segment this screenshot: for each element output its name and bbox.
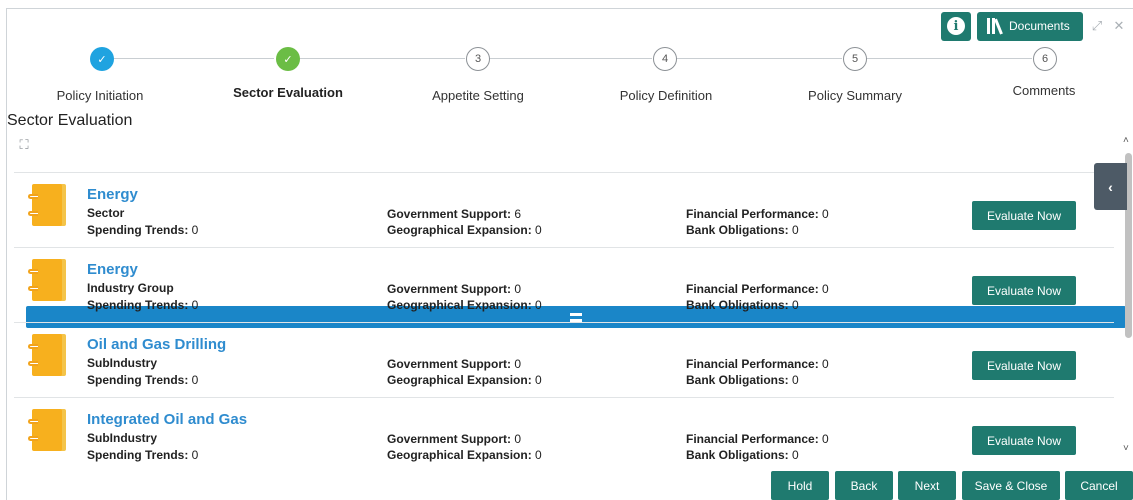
spending-trends: Spending Trends: 0 bbox=[87, 373, 199, 387]
step-label-appetite-setting[interactable]: Appetite Setting bbox=[432, 88, 524, 103]
notebook-icon bbox=[26, 259, 66, 303]
item-type: SubIndustry bbox=[87, 431, 158, 445]
list-item: Energy Sector Spending Trends: 0 Governm… bbox=[14, 172, 1114, 247]
hold-button[interactable]: Hold bbox=[771, 471, 829, 500]
evaluate-now-button[interactable]: Evaluate Now bbox=[972, 426, 1076, 455]
government-support: Government Support: 6 bbox=[387, 207, 522, 221]
bank-obligations: Bank Obligations: 0 bbox=[686, 298, 799, 312]
step-1-circle[interactable]: ✓ bbox=[90, 47, 114, 71]
bank-obligations: Bank Obligations: 0 bbox=[686, 448, 799, 462]
geographical-expansion: Geographical Expansion: 0 bbox=[387, 298, 542, 312]
step-connector bbox=[676, 58, 842, 59]
view-toggle: ⛶ bbox=[12, 134, 1126, 328]
expand-icon[interactable]: ⤢ bbox=[1089, 18, 1105, 34]
step-connector bbox=[102, 58, 274, 59]
documents-label: Documents bbox=[1009, 19, 1070, 33]
back-button[interactable]: Back bbox=[835, 471, 893, 500]
save-close-button[interactable]: Save & Close bbox=[962, 471, 1060, 500]
list-item: Oil and Gas Drilling SubIndustry Spendin… bbox=[14, 322, 1114, 397]
close-icon[interactable]: ✕ bbox=[1111, 18, 1127, 34]
step-3-circle[interactable]: 3 bbox=[466, 47, 490, 71]
step-number: 3 bbox=[474, 53, 482, 65]
scroll-up-icon[interactable]: ˄ bbox=[1123, 135, 1129, 146]
step-label-sector-evaluation[interactable]: Sector Evaluation bbox=[233, 85, 343, 100]
evaluate-now-button[interactable]: Evaluate Now bbox=[972, 351, 1076, 380]
chevron-left-icon: ‹ bbox=[1108, 178, 1113, 195]
progress-stepper: ✓ ✓ 3 4 5 6 Policy Initiation Sector Eva… bbox=[6, 45, 1133, 105]
step-5-circle[interactable]: 5 bbox=[843, 47, 867, 71]
item-title[interactable]: Energy bbox=[87, 261, 138, 278]
next-button[interactable]: Next bbox=[898, 471, 956, 500]
section-title: Sector Evaluation bbox=[7, 112, 133, 129]
step-number: 5 bbox=[851, 53, 859, 65]
financial-performance: Financial Performance: 0 bbox=[686, 357, 829, 371]
geographical-expansion: Geographical Expansion: 0 bbox=[387, 373, 542, 387]
item-title[interactable]: Integrated Oil and Gas bbox=[87, 411, 247, 428]
financial-performance: Financial Performance: 0 bbox=[686, 207, 829, 221]
item-title[interactable]: Energy bbox=[87, 186, 138, 203]
info-icon: i bbox=[947, 17, 965, 35]
financial-performance: Financial Performance: 0 bbox=[686, 282, 829, 296]
step-number: 4 bbox=[661, 53, 669, 65]
top-toolbar: i Documents ⤢ ✕ bbox=[941, 10, 1133, 42]
info-button[interactable]: i bbox=[941, 11, 971, 41]
spending-trends: Spending Trends: 0 bbox=[87, 448, 199, 462]
geographical-expansion: Geographical Expansion: 0 bbox=[387, 223, 542, 237]
step-label-policy-summary[interactable]: Policy Summary bbox=[808, 88, 902, 103]
step-6-circle[interactable]: 6 bbox=[1033, 47, 1057, 71]
item-type: Sector bbox=[87, 206, 125, 220]
geographical-expansion: Geographical Expansion: 0 bbox=[387, 448, 542, 462]
bank-obligations: Bank Obligations: 0 bbox=[686, 373, 799, 387]
notebook-icon bbox=[26, 184, 66, 228]
side-panel-toggle[interactable]: ‹ bbox=[1094, 163, 1127, 210]
step-label-policy-definition[interactable]: Policy Definition bbox=[620, 88, 713, 103]
step-connector bbox=[298, 58, 465, 59]
list-item: Integrated Oil and Gas SubIndustry Spend… bbox=[14, 397, 1114, 472]
step-number: 6 bbox=[1041, 53, 1049, 65]
item-title[interactable]: Oil and Gas Drilling bbox=[87, 336, 226, 353]
documents-button[interactable]: Documents bbox=[977, 11, 1083, 41]
list-item: Energy Industry Group Spending Trends: 0… bbox=[14, 247, 1114, 322]
scroll-down-icon[interactable]: ˅ bbox=[1123, 443, 1129, 454]
government-support: Government Support: 0 bbox=[387, 282, 522, 296]
footer-actions: Hold Back Next Save & Close Cancel bbox=[0, 471, 1133, 500]
tree-view-button[interactable]: ⛶ bbox=[12, 134, 36, 156]
step-label-policy-initiation[interactable]: Policy Initiation bbox=[57, 88, 144, 103]
bank-obligations: Bank Obligations: 0 bbox=[686, 223, 799, 237]
hierarchy-icon: ⛶ bbox=[19, 137, 29, 152]
step-connector bbox=[866, 58, 1032, 59]
step-4-circle[interactable]: 4 bbox=[653, 47, 677, 71]
check-icon: ✓ bbox=[283, 53, 293, 66]
government-support: Government Support: 0 bbox=[387, 432, 522, 446]
item-type: SubIndustry bbox=[87, 356, 158, 370]
step-2-circle[interactable]: ✓ bbox=[276, 47, 300, 71]
library-icon bbox=[987, 18, 1003, 35]
cancel-button[interactable]: Cancel bbox=[1065, 471, 1133, 500]
evaluate-now-button[interactable]: Evaluate Now bbox=[972, 276, 1076, 305]
sector-list: Energy Sector Spending Trends: 0 Governm… bbox=[14, 172, 1114, 472]
step-label-comments[interactable]: Comments bbox=[1013, 83, 1076, 98]
government-support: Government Support: 0 bbox=[387, 357, 522, 371]
evaluate-now-button[interactable]: Evaluate Now bbox=[972, 201, 1076, 230]
notebook-icon bbox=[26, 334, 66, 378]
spending-trends: Spending Trends: 0 bbox=[87, 223, 199, 237]
item-type: Industry Group bbox=[87, 281, 174, 295]
check-icon: ✓ bbox=[97, 53, 107, 66]
financial-performance: Financial Performance: 0 bbox=[686, 432, 829, 446]
notebook-icon bbox=[26, 409, 66, 453]
spending-trends: Spending Trends: 0 bbox=[87, 298, 199, 312]
step-connector bbox=[489, 58, 652, 59]
